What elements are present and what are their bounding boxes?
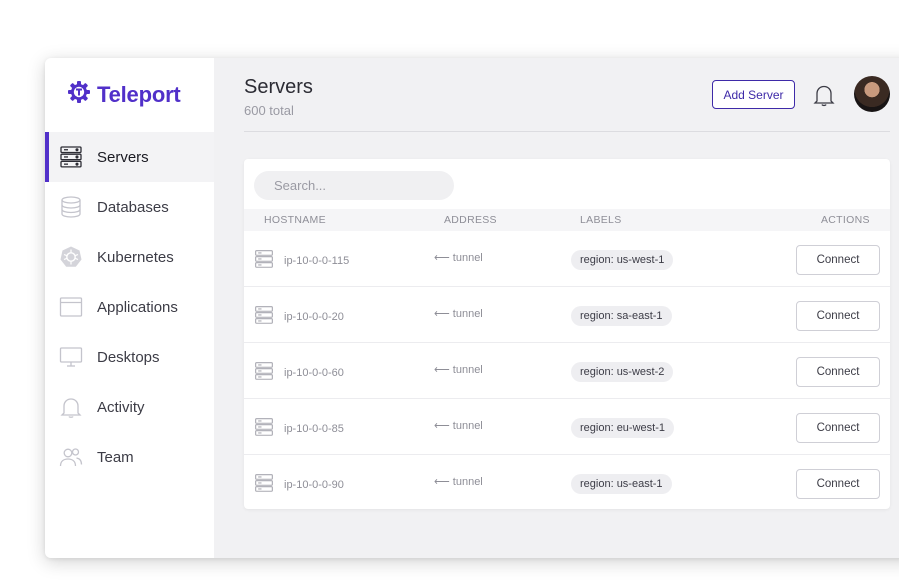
application-window-icon (59, 295, 83, 319)
hostname: ip-10-0-0-60 (284, 366, 344, 379)
hostname: ip-10-0-0-115 (284, 254, 350, 267)
hostname-cell: ip-10-0-0-20 (254, 305, 344, 328)
server-icon (59, 145, 83, 169)
sidebar-item-label: Servers (97, 148, 149, 166)
label-badge[interactable]: region: us-west-1 (571, 250, 674, 270)
hostname-cell: ip-10-0-0-90 (254, 473, 344, 496)
desktop-monitor-icon (59, 345, 83, 369)
column-header-hostname[interactable]: HOSTNAME (264, 214, 326, 226)
hostname-cell: ip-10-0-0-85 (254, 417, 344, 440)
arrow-left-icon: ⟵ (434, 476, 450, 488)
server-icon (254, 305, 274, 328)
sidebar-item-label: Team (97, 448, 134, 466)
main-content: Servers 600 total Add Server HOSTNAME AD… (214, 58, 899, 558)
sidebar: Teleport Servers Databases Kubernetes Ap… (45, 58, 214, 558)
address: tunnel (452, 475, 483, 488)
sidebar-item-kubernetes[interactable]: Kubernetes (45, 232, 214, 282)
hostname: ip-10-0-0-90 (284, 478, 344, 491)
sidebar-item-team[interactable]: Team (45, 432, 214, 482)
arrow-left-icon: ⟵ (434, 308, 450, 320)
server-icon (254, 417, 274, 440)
teleport-logo[interactable]: Teleport (67, 80, 181, 109)
teleport-logo-icon (67, 80, 91, 109)
address-cell: ⟵ tunnel (434, 307, 483, 321)
sidebar-item-label: Kubernetes (97, 248, 174, 266)
add-server-button[interactable]: Add Server (712, 80, 795, 109)
hostname: ip-10-0-0-20 (284, 310, 344, 323)
table-header: HOSTNAME ADDRESS LABELS ACTIONS (244, 209, 890, 231)
arrow-left-icon: ⟵ (434, 364, 450, 376)
address: tunnel (452, 307, 483, 320)
sidebar-item-label: Desktops (97, 348, 160, 366)
database-icon (59, 195, 83, 219)
connect-button[interactable]: Connect (796, 469, 880, 499)
sidebar-nav: Servers Databases Kubernetes Application… (45, 132, 214, 482)
connect-button[interactable]: Connect (796, 301, 880, 331)
column-header-address[interactable]: ADDRESS (444, 214, 497, 226)
address: tunnel (452, 419, 483, 432)
address-cell: ⟵ tunnel (434, 475, 483, 489)
sidebar-item-activity[interactable]: Activity (45, 382, 214, 432)
column-header-actions: ACTIONS (821, 214, 870, 226)
kubernetes-icon (59, 245, 83, 269)
servers-table-card: HOSTNAME ADDRESS LABELS ACTIONS ip-10-0-… (244, 159, 890, 509)
server-icon (254, 249, 274, 272)
notifications-bell-icon[interactable] (812, 82, 836, 113)
connect-button[interactable]: Connect (796, 245, 880, 275)
sidebar-item-label: Activity (97, 398, 145, 416)
table-row: ip-10-0-0-115 ⟵ tunnel region: us-west-1… (244, 231, 890, 287)
label-badge[interactable]: region: sa-east-1 (571, 306, 672, 326)
page-header: Servers 600 total Add Server (244, 76, 890, 132)
address: tunnel (452, 363, 483, 376)
label-badge[interactable]: region: us-west-2 (571, 362, 674, 382)
hostname-cell: ip-10-0-0-60 (254, 361, 344, 384)
address-cell: ⟵ tunnel (434, 251, 483, 265)
sidebar-item-desktops[interactable]: Desktops (45, 332, 214, 382)
sidebar-item-servers[interactable]: Servers (45, 132, 214, 182)
column-header-labels: LABELS (580, 214, 622, 226)
table-row: ip-10-0-0-85 ⟵ tunnel region: eu-west-1 … (244, 399, 890, 455)
server-icon (254, 473, 274, 496)
hostname-cell: ip-10-0-0-115 (254, 249, 349, 272)
hostname: ip-10-0-0-85 (284, 422, 344, 435)
app-window: Teleport Servers Databases Kubernetes Ap… (45, 58, 899, 558)
sidebar-item-label: Applications (97, 298, 178, 316)
search-input[interactable] (254, 171, 454, 200)
table-row: ip-10-0-0-60 ⟵ tunnel region: us-west-2 … (244, 343, 890, 399)
brand-name: Teleport (97, 81, 181, 107)
label-badge[interactable]: region: us-east-1 (571, 474, 672, 494)
connect-button[interactable]: Connect (796, 413, 880, 443)
arrow-left-icon: ⟵ (434, 252, 450, 264)
connect-button[interactable]: Connect (796, 357, 880, 387)
bell-icon (59, 395, 83, 419)
sidebar-item-applications[interactable]: Applications (45, 282, 214, 332)
users-icon (59, 445, 83, 469)
table-row: ip-10-0-0-20 ⟵ tunnel region: sa-east-1 … (244, 287, 890, 343)
address: tunnel (452, 251, 483, 264)
table-row: ip-10-0-0-90 ⟵ tunnel region: us-east-1 … (244, 455, 890, 509)
sidebar-item-label: Databases (97, 198, 169, 216)
sidebar-item-databases[interactable]: Databases (45, 182, 214, 232)
user-avatar[interactable] (854, 76, 890, 112)
server-icon (254, 361, 274, 384)
arrow-left-icon: ⟵ (434, 420, 450, 432)
address-cell: ⟵ tunnel (434, 419, 483, 433)
address-cell: ⟵ tunnel (434, 363, 483, 377)
label-badge[interactable]: region: eu-west-1 (571, 418, 674, 438)
